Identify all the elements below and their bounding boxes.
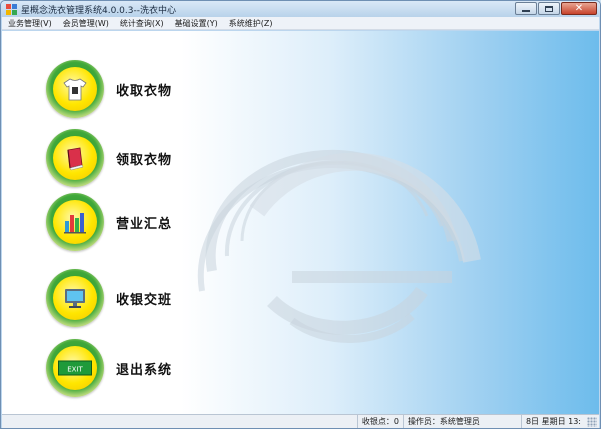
maximize-icon — [545, 5, 553, 12]
collect-clothes-label: 收取衣物 — [116, 83, 173, 99]
main-panel: 收取衣物 领取衣物 营业汇总 收银交班 EXIT 退出系统 — [2, 31, 599, 414]
status-bar: 收银点：0 操作员：系统管理员 8日 星期日 13: — [2, 414, 599, 428]
exit-sign-icon: EXIT — [58, 360, 92, 376]
tshirt-icon — [63, 78, 87, 101]
status-date: 8日 星期日 13: — [520, 415, 585, 428]
app-logo-icon — [6, 3, 17, 15]
bar-chart-icon — [64, 213, 86, 234]
exit-sign-text: EXIT — [67, 366, 83, 374]
collect-clothes-badge — [46, 60, 104, 118]
status-operator: 操作员：系统管理员 — [402, 415, 521, 428]
minimize-icon — [522, 9, 530, 12]
pickup-clothes-badge — [46, 129, 104, 187]
book-icon — [67, 147, 84, 171]
menu-bar: 业务管理(V) 会员管理(W) 统计查询(X) 基础设置(Y) 系统维护(Z) — [2, 17, 599, 30]
exit-system-badge: EXIT — [46, 339, 104, 397]
menu-business[interactable]: 业务管理(V) — [8, 18, 52, 29]
menu-members[interactable]: 会员管理(W) — [63, 18, 109, 29]
minimize-button[interactable] — [515, 2, 537, 15]
title-bar[interactable]: 星概念洗衣管理系统4.0.0.3--洗衣中心 ✕ — [1, 1, 600, 17]
exit-system-button[interactable]: EXIT 退出系统 — [46, 339, 172, 397]
resize-grip-icon[interactable] — [587, 416, 597, 427]
menu-settings[interactable]: 基础设置(Y) — [175, 18, 218, 29]
close-icon: ✕ — [574, 2, 584, 14]
cashier-shift-label: 收银交班 — [116, 292, 173, 308]
app-window: 星概念洗衣管理系统4.0.0.3--洗衣中心 ✕ 业务管理(V) 会员管理(W)… — [0, 0, 601, 429]
window-title: 星概念洗衣管理系统4.0.0.3--洗衣中心 — [21, 5, 176, 16]
cashier-shift-button[interactable]: 收银交班 — [46, 269, 172, 327]
background-logo-icon — [197, 149, 481, 343]
exit-system-label: 退出系统 — [116, 362, 173, 378]
maximize-button[interactable] — [538, 2, 560, 15]
monitor-icon — [65, 289, 85, 308]
menu-statistics[interactable]: 统计查询(X) — [120, 18, 164, 29]
collect-clothes-button[interactable]: 收取衣物 — [46, 60, 172, 118]
close-button[interactable]: ✕ — [561, 2, 597, 15]
cashier-shift-badge — [46, 269, 104, 327]
menu-maintenance[interactable]: 系统维护(Z) — [229, 18, 273, 29]
window-controls: ✕ — [514, 2, 597, 15]
business-summary-label: 营业汇总 — [116, 216, 173, 232]
pickup-clothes-button[interactable]: 领取衣物 — [46, 129, 172, 187]
pickup-clothes-label: 领取衣物 — [116, 152, 173, 168]
business-summary-badge — [46, 193, 104, 251]
status-collection-point: 收银点：0 — [356, 415, 403, 428]
business-summary-button[interactable]: 营业汇总 — [46, 193, 172, 251]
